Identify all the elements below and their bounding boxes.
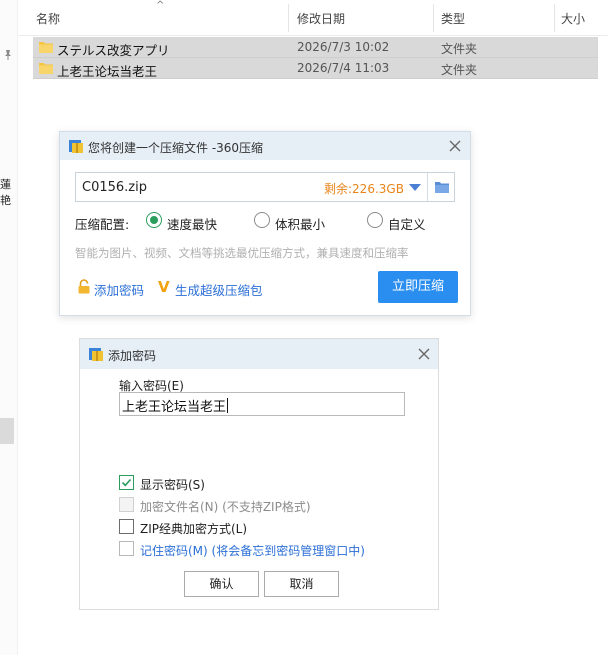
checkmark-icon xyxy=(121,478,132,487)
super-package-icon[interactable]: V xyxy=(158,278,170,296)
lock-icon[interactable] xyxy=(77,279,91,294)
password-value: 上老王论坛当老王 xyxy=(122,400,227,415)
radio-custom[interactable] xyxy=(367,212,383,228)
show-password-checkbox[interactable] xyxy=(119,475,134,490)
column-name[interactable]: 名称 xyxy=(36,10,60,27)
navigation-pane: 蓮艳 xyxy=(0,0,18,655)
archive-path-field[interactable]: C0156.zip 剩余:226.3GB xyxy=(75,172,455,202)
column-modified[interactable]: 修改日期 xyxy=(297,10,345,27)
compress-now-button[interactable]: 立即压缩 xyxy=(378,271,458,303)
dialog-title: 添加密码 xyxy=(108,349,157,363)
file-type: 文件夹 xyxy=(441,42,478,56)
zip-classic-encryption-checkbox[interactable] xyxy=(119,519,134,534)
close-icon[interactable] xyxy=(448,139,462,153)
browse-folder-button[interactable] xyxy=(427,173,455,201)
sidebar-selected-item[interactable] xyxy=(0,418,14,444)
compress-dialog: 您将创建一个压缩文件 -360压缩 C0156.zip 剩余:226.3GB 压… xyxy=(59,131,471,316)
dialog-title: 您将创建一个压缩文件 -360压缩 xyxy=(88,141,264,155)
confirm-button[interactable]: 确认 xyxy=(184,571,259,597)
file-modified: 2026/7/3 10:02 xyxy=(297,40,390,54)
text-caret xyxy=(227,398,229,413)
sidebar-fragment-text[interactable]: 蓮艳 xyxy=(0,176,17,208)
remember-password-label[interactable]: 记住密码(M) (将会备忘到密码管理窗口中) xyxy=(140,542,365,559)
file-row[interactable]: 上老王论坛当老王 2026/7/4 11:03 文件夹 xyxy=(33,58,598,79)
file-name: ステルス改変アプリ xyxy=(57,43,170,58)
sort-ascending-icon: ^ xyxy=(156,0,165,11)
radio-smallest-label[interactable]: 体积最小 xyxy=(275,214,325,233)
radio-custom-label[interactable]: 自定义 xyxy=(388,214,426,233)
archive-app-icon xyxy=(89,348,103,361)
column-size[interactable]: 大小 xyxy=(561,10,585,27)
remember-password-checkbox[interactable] xyxy=(119,541,134,556)
dialog-titlebar[interactable]: 您将创建一个压缩文件 -360压缩 xyxy=(60,132,470,160)
column-divider[interactable] xyxy=(554,4,555,32)
radio-fastest[interactable] xyxy=(146,212,162,228)
password-input[interactable]: 上老王论坛当老王 xyxy=(119,392,405,416)
archive-filename[interactable]: C0156.zip xyxy=(82,180,147,195)
remaining-space: 剩余:226.3GB xyxy=(324,182,404,196)
column-divider[interactable] xyxy=(433,4,434,32)
file-modified: 2026/7/4 11:03 xyxy=(297,61,390,75)
add-password-link[interactable]: 添加密码 xyxy=(94,280,144,299)
compress-config-label: 压缩配置: xyxy=(75,217,130,232)
radio-fastest-label[interactable]: 速度最快 xyxy=(167,214,217,233)
radio-smallest[interactable] xyxy=(254,212,270,228)
encrypt-filenames-label: 加密文件名(N) (不支持ZIP格式) xyxy=(140,500,311,514)
show-password-label[interactable]: 显示密码(S) xyxy=(140,476,205,493)
column-divider[interactable] xyxy=(288,4,289,32)
super-package-link[interactable]: 生成超级压缩包 xyxy=(175,280,263,299)
compress-hint: 智能为图片、视频、文档等挑选最优压缩方式，兼具速度和压缩率 xyxy=(75,246,409,260)
column-header-row: ^ 名称 修改日期 类型 大小 xyxy=(18,0,608,36)
dialog-titlebar[interactable]: 添加密码 xyxy=(80,339,438,369)
file-type: 文件夹 xyxy=(441,63,478,77)
column-type[interactable]: 类型 xyxy=(441,10,465,27)
archive-app-icon xyxy=(69,140,83,153)
file-name: 上老王论坛当老王 xyxy=(57,64,158,79)
file-row[interactable]: ステルス改変アプリ 2026/7/3 10:02 文件夹 xyxy=(33,37,598,58)
encrypt-filenames-checkbox xyxy=(119,497,134,512)
dropdown-arrow-icon[interactable] xyxy=(409,184,421,191)
zip-classic-encryption-label[interactable]: ZIP经典加密方式(L) xyxy=(140,520,247,537)
folder-icon xyxy=(39,63,53,74)
cancel-button[interactable]: 取消 xyxy=(264,571,339,597)
pin-icon[interactable] xyxy=(2,49,14,61)
close-icon[interactable] xyxy=(417,347,431,361)
folder-icon xyxy=(435,182,449,193)
folder-icon xyxy=(39,42,53,53)
add-password-dialog: 添加密码 输入密码(E) 上老王论坛当老王 显示密码(S) 加密文件名(N) (… xyxy=(79,338,439,610)
